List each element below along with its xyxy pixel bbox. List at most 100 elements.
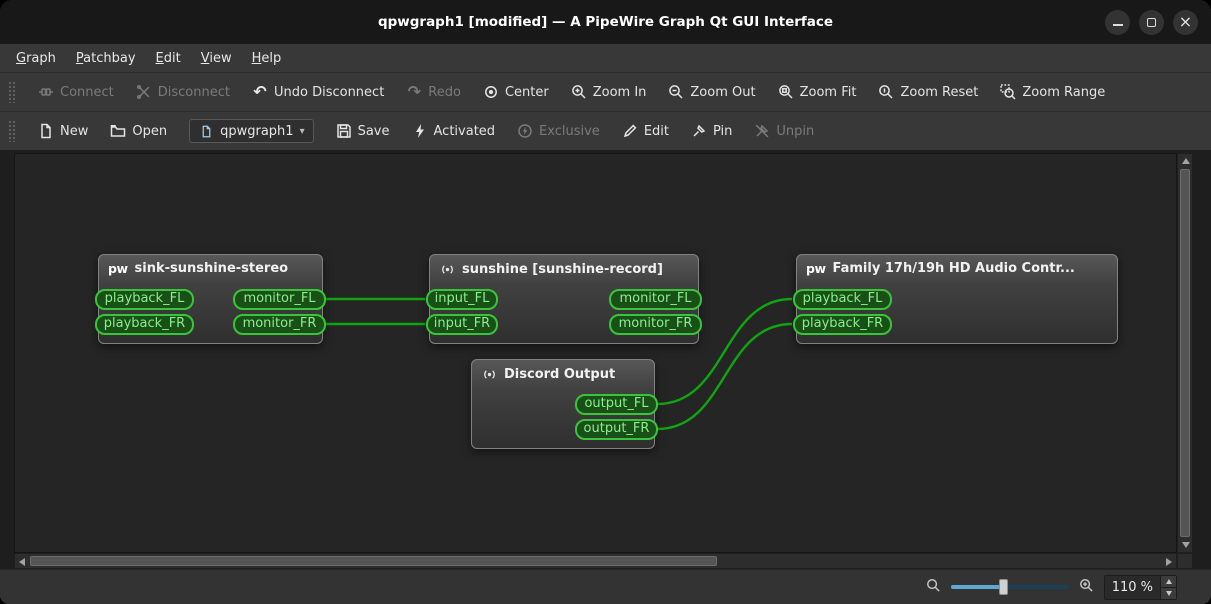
pipewire-icon: pw [806,261,826,276]
patchbay-selector[interactable]: qpwgraph1 ▾ [189,119,314,143]
port[interactable]: input_FL [426,289,498,310]
new-file-icon [38,123,54,139]
node-sink-sunshine-stereo[interactable]: pw sink-sunshine-stereo playback_FL play… [95,254,326,344]
zoom-reset-button[interactable]: Zoom Reset [878,84,978,100]
zoom-range-icon [1000,84,1016,100]
toolbar-grip[interactable] [8,81,16,103]
scroll-down-icon[interactable] [1182,542,1190,548]
disconnect-icon [136,84,152,100]
toolbar-grip[interactable] [8,120,16,142]
vertical-scrollbar-thumb[interactable] [1180,169,1190,537]
redo-icon: ↷ [407,82,421,101]
node-discord-output[interactable]: Discord Output output_FL output_FR [471,359,658,449]
close-button[interactable]: × [1173,9,1198,35]
node-sunshine-record[interactable]: sunshine [sunshine-record] input_FL inpu… [426,254,702,344]
close-icon: × [1178,11,1193,31]
triangle-down-icon [1165,590,1172,596]
undo-disconnect-button[interactable]: ↶ Undo Disconnect [252,84,384,100]
port[interactable]: playback_FR [793,314,892,335]
pin-button[interactable]: Pin [691,123,732,139]
scroll-left-icon[interactable] [19,558,25,566]
zoom-slider-handle[interactable] [998,579,1008,595]
port[interactable]: playback_FL [95,289,194,310]
zoom-out-button[interactable]: Zoom Out [668,84,756,100]
port[interactable]: monitor_FR [233,314,326,335]
spin-up-button[interactable] [1161,575,1176,587]
open-folder-icon [110,123,126,139]
zoom-range-button[interactable]: Zoom Range [1000,84,1105,100]
zoom-reset-icon [878,84,894,100]
chevron-down-icon: ▾ [299,125,305,137]
zoom-fit-icon [778,84,794,100]
main-area: pw sink-sunshine-stereo playback_FL play… [0,151,1211,569]
port[interactable]: monitor_FR [609,314,702,335]
open-button[interactable]: Open [110,123,167,139]
zoom-spinbox[interactable]: 110 % [1103,574,1177,600]
undo-icon: ↶ [253,82,267,101]
node-title: Discord Output [472,360,654,382]
center-button[interactable]: Center [483,84,549,100]
connect-icon [38,84,54,100]
exclusive-toggle[interactable]: Exclusive [517,123,600,139]
monitor-record-icon [481,366,497,382]
node-title: pw Family 17h/19h HD Audio Contr... [806,261,1075,276]
node-family-hd-audio[interactable]: pw Family 17h/19h HD Audio Contr... play… [793,254,1118,344]
zoom-out-icon [668,84,684,100]
maximize-button[interactable] [1139,9,1164,35]
port[interactable]: playback_FR [95,314,194,335]
port[interactable]: monitor_FL [233,289,326,310]
port[interactable]: output_FR [575,419,658,440]
disconnect-button[interactable]: Disconnect [136,84,230,100]
activated-toggle[interactable]: Activated [412,123,495,139]
graph-canvas[interactable]: pw sink-sunshine-stereo playback_FL play… [14,153,1177,553]
unpin-button[interactable]: Unpin [754,123,814,139]
pipewire-icon: pw [108,261,128,276]
vertical-scrollbar[interactable] [1177,153,1193,553]
center-icon [483,84,499,100]
edit-button[interactable]: Edit [622,123,669,139]
menubar: Graph Patchbay Edit View Help [0,44,1211,73]
menu-help[interactable]: Help [242,44,292,72]
app-window: qpwgraph1 [modified] — A PipeWire Graph … [0,0,1211,604]
menu-edit[interactable]: Edit [146,44,191,72]
zoom-in-button[interactable]: Zoom In [571,84,646,100]
zoom-slider[interactable] [950,579,1069,595]
zoom-fit-button[interactable]: Zoom Fit [778,84,856,100]
menu-patchbay[interactable]: Patchbay [66,44,146,72]
spin-down-button[interactable] [1161,586,1176,599]
zoom-in-icon [571,84,587,100]
node-title: pw sink-sunshine-stereo [108,261,289,276]
port[interactable]: output_FL [575,394,658,415]
scrollbar-corner [1177,553,1193,569]
zoom-value: 110 % [1111,579,1153,595]
node-title: sunshine [sunshine-record] [430,255,698,277]
exclusive-icon [517,123,533,139]
redo-button[interactable]: ↷ Redo [406,84,461,100]
zoom-in-icon[interactable] [1079,578,1094,597]
zoom-slider-fill [950,585,1003,589]
port[interactable]: input_FR [426,314,498,335]
pencil-icon [622,123,638,139]
menu-graph[interactable]: Graph [6,44,66,72]
unpin-icon [754,123,770,139]
save-button[interactable]: Save [336,123,390,139]
minimize-button[interactable] [1105,9,1130,35]
graph-toolbar: Connect Disconnect ↶ Undo Disconnect ↷ R… [0,73,1211,112]
zoom-out-icon[interactable] [926,578,941,597]
patchbay-file-icon [198,123,214,139]
scroll-up-icon[interactable] [1182,158,1190,164]
window-title: qpwgraph1 [modified] — A PipeWire Graph … [377,14,834,30]
port[interactable]: playback_FL [793,289,892,310]
minimize-icon [1112,24,1123,26]
horizontal-scrollbar-thumb[interactable] [30,556,717,566]
monitor-record-icon [439,261,455,277]
triangle-up-icon [1165,578,1172,584]
new-button[interactable]: New [38,123,88,139]
statusbar: 110 % [0,569,1211,604]
menu-view[interactable]: View [191,44,242,72]
scroll-right-icon[interactable] [1166,558,1172,566]
patchbay-toolbar: New Open qpwgraph1 ▾ Save Activated Excl… [0,112,1211,151]
port[interactable]: monitor_FL [609,289,702,310]
connect-button[interactable]: Connect [38,84,114,100]
horizontal-scrollbar[interactable] [14,553,1177,569]
